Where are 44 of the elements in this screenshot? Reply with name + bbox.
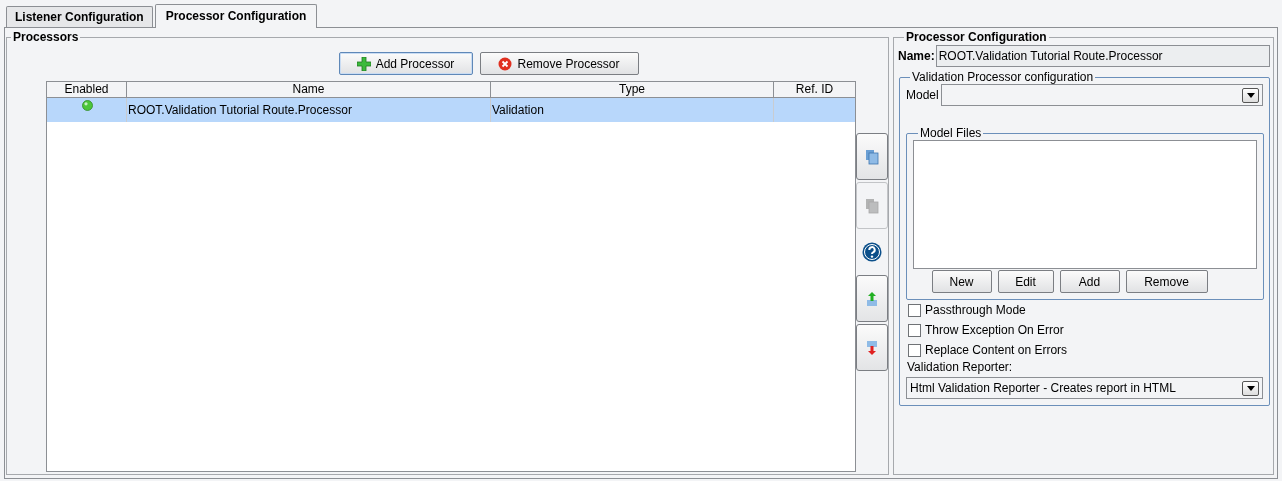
close-icon — [498, 56, 513, 71]
move-down-button[interactable] — [856, 324, 888, 371]
copy-icon — [865, 148, 879, 165]
list-action-button[interactable]: Remove — [1125, 270, 1208, 293]
name-label: Name: — [898, 49, 935, 63]
help-icon[interactable] — [862, 242, 882, 262]
tab[interactable]: Listener Configuration — [6, 6, 153, 27]
name-field[interactable]: ROOT.Validation Tutorial Route.Processor — [935, 45, 1270, 67]
table-row[interactable]: ROOT.Validation Tutorial Route.Processor Validation — [47, 98, 855, 122]
model-dropdown[interactable] — [940, 84, 1263, 106]
column-header[interactable]: Type — [491, 82, 774, 97]
column-header[interactable]: Enabled — [47, 82, 127, 97]
paste-icon — [865, 197, 879, 214]
model-files-list[interactable] — [913, 140, 1257, 269]
table-cell: ROOT.Validation Tutorial Route.Processor — [127, 98, 491, 122]
checkbox[interactable] — [908, 343, 921, 357]
plus-icon — [356, 56, 371, 71]
copy-button[interactable] — [856, 133, 888, 180]
group-title: Model Files — [919, 126, 983, 140]
table-cell: Validation — [491, 98, 774, 122]
column-header[interactable]: Ref. ID — [774, 82, 855, 97]
model-label: Model — [906, 88, 939, 102]
panel-title: Processor Configuration — [905, 30, 1048, 44]
checkbox[interactable] — [908, 323, 921, 337]
arrow-down-icon — [866, 339, 878, 356]
checkbox[interactable] — [908, 303, 921, 317]
panel-title: Processors — [12, 30, 80, 44]
add-button[interactable]: Add Processor — [338, 52, 473, 75]
caret-icon — [1246, 92, 1255, 98]
remove-button[interactable]: Remove Processor — [479, 52, 639, 75]
checkbox-label: Passthrough Mode — [925, 303, 1026, 317]
arrow-up-icon — [866, 290, 878, 307]
list-action-button[interactable]: New — [931, 270, 992, 293]
caret-icon — [1246, 385, 1255, 391]
list-action-button[interactable]: Edit — [997, 270, 1054, 293]
tab[interactable]: Processor Configuration — [154, 4, 318, 28]
list-action-button[interactable]: Add — [1059, 270, 1120, 293]
reporter-label: Validation Reporter: — [907, 360, 1014, 375]
checkbox-label: Throw Exception On Error — [925, 323, 1064, 337]
group-title: Validation Processor configuration — [911, 70, 1095, 84]
column-header[interactable]: Name — [127, 82, 491, 97]
checkbox-label: Replace Content on Errors — [925, 343, 1068, 357]
reporter-dropdown[interactable]: Html Validation Reporter - Creates report in HTML — [906, 377, 1263, 399]
move-up-button[interactable] — [856, 275, 888, 322]
